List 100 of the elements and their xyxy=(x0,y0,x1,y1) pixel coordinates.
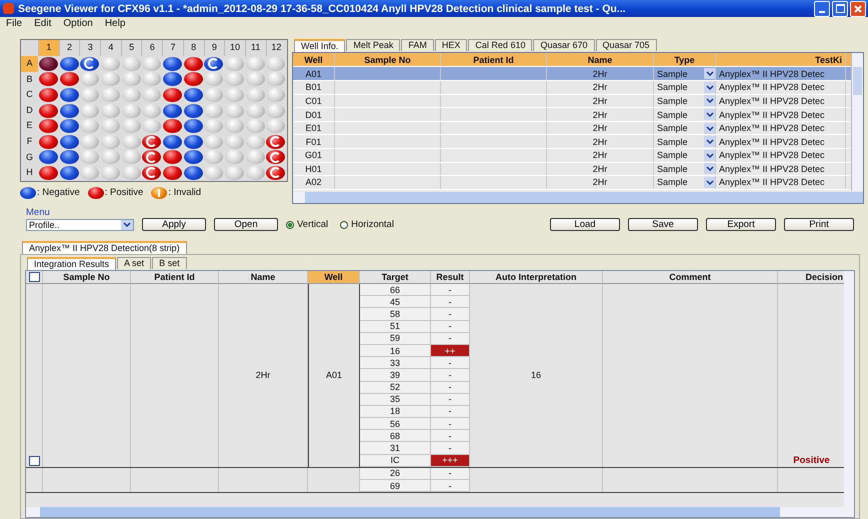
well-dot[interactable] xyxy=(60,88,79,102)
well-dot[interactable] xyxy=(38,134,58,149)
well-dot[interactable] xyxy=(204,119,224,134)
column-header[interactable]: TestKi xyxy=(716,53,846,66)
column-header[interactable]: Type xyxy=(654,53,716,66)
well-dot[interactable] xyxy=(80,119,100,134)
table-row[interactable]: D01 2Hr Sample Anyplex™ II HPV28 Detec xyxy=(293,108,851,122)
well-dot[interactable] xyxy=(204,134,224,149)
well-dot[interactable] xyxy=(225,166,244,180)
table-row[interactable]: B01 2Hr Sample Anyplex™ II HPV28 Detec xyxy=(293,81,851,95)
well-dot[interactable] xyxy=(122,119,141,134)
column-header[interactable]: Patient Id xyxy=(441,53,547,66)
well-dot[interactable] xyxy=(122,88,141,102)
well-dot[interactable] xyxy=(38,166,58,180)
table-row[interactable]: F01 2Hr Sample Anyplex™ II HPV28 Detec xyxy=(293,135,851,149)
action-button[interactable]: Open xyxy=(214,218,278,231)
tab[interactable]: A set xyxy=(117,257,152,269)
well-dot[interactable] xyxy=(184,104,203,118)
tab[interactable]: Melt Peak xyxy=(346,39,400,52)
well-dot[interactable] xyxy=(225,119,244,134)
action-button[interactable]: Save xyxy=(628,218,698,231)
well-dot[interactable] xyxy=(266,104,286,118)
horizontal-scrollbar[interactable] xyxy=(293,192,863,204)
well-dot[interactable] xyxy=(122,166,141,180)
well-dot[interactable] xyxy=(80,56,100,71)
well-dot[interactable] xyxy=(100,56,120,71)
well-dot[interactable] xyxy=(142,166,162,180)
well-dot[interactable] xyxy=(142,119,162,134)
tab[interactable]: B set xyxy=(152,257,187,269)
well-dot[interactable] xyxy=(184,88,203,102)
table-row[interactable]: C01 2Hr Sample Anyplex™ II HPV28 Detec xyxy=(293,94,851,108)
tab[interactable]: Cal Red 610 xyxy=(468,39,532,52)
well-dot[interactable] xyxy=(142,72,162,86)
well-dot[interactable] xyxy=(162,88,182,102)
well-dot[interactable] xyxy=(204,88,224,102)
menu-item[interactable]: Option xyxy=(63,18,93,29)
action-button[interactable]: Print xyxy=(784,218,854,231)
menu-item[interactable]: Help xyxy=(104,18,126,29)
well-dot[interactable] xyxy=(100,150,120,164)
well-dot[interactable] xyxy=(266,56,286,71)
well-dot[interactable] xyxy=(204,166,224,180)
column-header[interactable]: 2 xyxy=(58,40,80,56)
well-dot[interactable] xyxy=(184,119,203,134)
tab[interactable]: HEX xyxy=(434,39,468,52)
menu-item[interactable]: Edit xyxy=(34,18,52,29)
well-dot[interactable] xyxy=(184,150,203,164)
tab[interactable]: Quasar 705 xyxy=(596,39,657,52)
well-dot[interactable] xyxy=(246,119,265,134)
well-dot[interactable] xyxy=(60,134,79,149)
well-dot[interactable] xyxy=(162,72,182,86)
radio-option[interactable]: Vertical xyxy=(286,219,328,230)
well-dot[interactable] xyxy=(142,134,162,149)
well-dot[interactable] xyxy=(225,150,244,164)
well-dot[interactable] xyxy=(100,166,120,180)
well-dot[interactable] xyxy=(100,119,120,134)
well-dot[interactable] xyxy=(100,88,120,102)
column-header[interactable]: Well xyxy=(293,53,335,66)
well-dot[interactable] xyxy=(38,119,58,134)
table-row[interactable]: H01 2Hr Sample Anyplex™ II HPV28 Detec xyxy=(293,162,851,176)
radio-option[interactable]: Horizontal xyxy=(340,219,394,230)
well-dot[interactable] xyxy=(184,166,203,180)
well-dot[interactable] xyxy=(100,134,120,149)
vertical-scrollbar[interactable] xyxy=(844,271,854,507)
well-dot[interactable] xyxy=(60,119,79,134)
column-header[interactable]: Sample No xyxy=(335,53,441,66)
column-header[interactable]: 1 xyxy=(38,40,59,56)
well-dot[interactable] xyxy=(246,150,265,164)
well-dot[interactable] xyxy=(266,166,286,180)
well-dot[interactable] xyxy=(60,56,79,71)
horizontal-scrollbar[interactable] xyxy=(26,507,854,517)
minimize-button[interactable] xyxy=(814,0,830,17)
well-dot[interactable] xyxy=(80,72,100,86)
well-dot[interactable] xyxy=(38,104,58,118)
row-header[interactable]: A xyxy=(21,56,38,72)
well-dot[interactable] xyxy=(60,104,79,118)
well-dot[interactable] xyxy=(204,150,224,164)
column-header[interactable]: Sample No xyxy=(43,271,131,283)
tab[interactable]: Quasar 670 xyxy=(533,39,594,52)
well-dot[interactable] xyxy=(122,134,141,149)
well-dot[interactable] xyxy=(225,88,244,102)
dropdown-arrow-icon[interactable] xyxy=(121,220,133,230)
vertical-scrollbar[interactable] xyxy=(851,53,863,192)
well-dot[interactable] xyxy=(266,119,286,134)
menu-item[interactable]: File xyxy=(6,18,22,29)
action-button[interactable]: Load xyxy=(550,218,620,231)
well-dot[interactable] xyxy=(122,56,141,71)
well-dot[interactable] xyxy=(184,56,203,71)
column-header[interactable]: Patient Id xyxy=(131,271,219,283)
checkbox[interactable] xyxy=(28,456,40,466)
table-row[interactable]: G01 2Hr Sample Anyplex™ II HPV28 Detec xyxy=(293,148,851,163)
well-dot[interactable] xyxy=(80,88,100,102)
well-dot[interactable] xyxy=(60,166,79,180)
column-header[interactable]: Name xyxy=(547,53,654,66)
well-dot[interactable] xyxy=(266,134,286,149)
well-dot[interactable] xyxy=(38,72,58,86)
well-dot[interactable] xyxy=(38,150,58,164)
well-dot[interactable] xyxy=(162,134,182,149)
close-button[interactable] xyxy=(850,0,866,17)
column-header[interactable]: Result xyxy=(431,271,470,283)
action-button[interactable]: Apply xyxy=(142,218,206,231)
